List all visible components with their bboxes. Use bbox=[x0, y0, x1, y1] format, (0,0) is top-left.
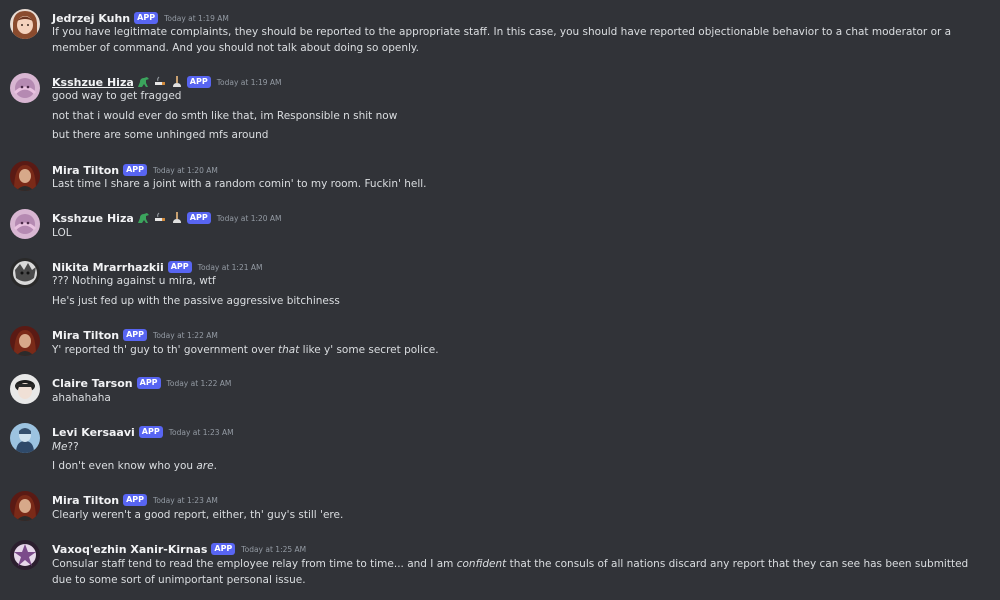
cigarette-icon bbox=[154, 212, 168, 224]
text-segment: Last time I share a joint with a random … bbox=[52, 178, 427, 190]
app-badge: APP bbox=[123, 329, 148, 341]
text-segment: ?? bbox=[67, 441, 79, 453]
text-segment: ??? Nothing against u mira, wtf bbox=[52, 275, 216, 287]
message-text: not that i would ever do smth like that,… bbox=[52, 108, 982, 124]
app-badge: APP bbox=[138, 426, 163, 438]
message-text: Me?? bbox=[52, 439, 982, 455]
dinosaur-icon bbox=[137, 76, 151, 88]
message-text: good way to get fragged bbox=[52, 88, 982, 104]
text-segment: ahahahaha bbox=[52, 392, 111, 404]
message-text: Clearly weren't a good report, either, t… bbox=[52, 507, 982, 523]
app-badge: APP bbox=[123, 494, 148, 506]
author-name[interactable]: Jedrzej Kuhn bbox=[52, 12, 130, 25]
text-segment: but there are some unhinged mfs around bbox=[52, 129, 269, 141]
author-name[interactable]: Nikita Mrarrhazkii bbox=[52, 261, 164, 274]
timestamp[interactable]: Today at 1:25 AM bbox=[241, 545, 306, 554]
text-segment: like y' some secret police. bbox=[299, 344, 439, 356]
message-text: He's just fed up with the passive aggres… bbox=[52, 293, 982, 309]
avatar[interactable] bbox=[10, 326, 40, 356]
avatar[interactable] bbox=[10, 540, 40, 570]
avatar[interactable] bbox=[10, 491, 40, 521]
text-segment: I don't even know who you bbox=[52, 460, 197, 472]
text-segment: Clearly weren't a good report, either, t… bbox=[52, 509, 344, 521]
author-name[interactable]: Mira Tilton bbox=[52, 329, 119, 342]
avatar[interactable] bbox=[10, 209, 40, 239]
app-badge: APP bbox=[167, 261, 192, 273]
message-text: ahahahaha bbox=[52, 390, 982, 406]
author-name[interactable]: Levi Kersaavi bbox=[52, 426, 135, 439]
plunger-icon bbox=[171, 212, 183, 224]
timestamp[interactable]: Today at 1:19 AM bbox=[164, 14, 229, 23]
author-name[interactable]: Ksshzue Hiza bbox=[52, 212, 134, 225]
message-text: Consular staff tend to read the employee… bbox=[52, 556, 982, 588]
app-badge: APP bbox=[134, 12, 159, 24]
message-text: Y' reported th' guy to th' government ov… bbox=[52, 342, 982, 358]
timestamp[interactable]: Today at 1:20 AM bbox=[153, 166, 218, 175]
plunger-icon bbox=[171, 76, 183, 88]
chat-log: Jedrzej Kuhn APP Today at 1:19 AM If you… bbox=[0, 0, 1000, 600]
author-name[interactable]: Vaxoq'ezhin Xanir-Kirnas bbox=[52, 543, 207, 556]
emphasized-text: that bbox=[278, 344, 300, 356]
avatar[interactable] bbox=[10, 161, 40, 191]
emphasized-text: confident bbox=[456, 558, 507, 570]
app-badge: APP bbox=[186, 76, 211, 88]
timestamp[interactable]: Today at 1:23 AM bbox=[169, 428, 234, 437]
message-text: Last time I share a joint with a random … bbox=[52, 176, 982, 192]
text-segment: good way to get fragged bbox=[52, 90, 182, 102]
timestamp[interactable]: Today at 1:19 AM bbox=[217, 78, 282, 87]
cigarette-icon bbox=[154, 76, 168, 88]
message-text: ??? Nothing against u mira, wtf bbox=[52, 273, 982, 289]
avatar[interactable] bbox=[10, 258, 40, 288]
app-badge: APP bbox=[186, 212, 211, 224]
message-text: LOL bbox=[52, 225, 982, 241]
author-name[interactable]: Mira Tilton bbox=[52, 494, 119, 507]
text-segment: If you have legitimate complaints, they … bbox=[52, 26, 952, 54]
message-text: but there are some unhinged mfs around bbox=[52, 127, 982, 143]
text-segment: not that i would ever do smth like that,… bbox=[52, 110, 398, 122]
dinosaur-icon bbox=[137, 212, 151, 224]
avatar[interactable] bbox=[10, 374, 40, 404]
app-badge: APP bbox=[123, 164, 148, 176]
author-name[interactable]: Ksshzue Hiza bbox=[52, 76, 134, 89]
author-name[interactable]: Claire Tarson bbox=[52, 377, 133, 390]
timestamp[interactable]: Today at 1:21 AM bbox=[198, 263, 263, 272]
timestamp[interactable]: Today at 1:22 AM bbox=[167, 379, 232, 388]
text-segment: LOL bbox=[52, 227, 72, 239]
timestamp[interactable]: Today at 1:22 AM bbox=[153, 331, 218, 340]
emphasized-text: are bbox=[196, 460, 214, 472]
message-text: I don't even know who you are. bbox=[52, 458, 982, 474]
timestamp[interactable]: Today at 1:20 AM bbox=[217, 214, 282, 223]
text-segment: Y' reported th' guy to th' government ov… bbox=[52, 344, 279, 356]
author-name[interactable]: Mira Tilton bbox=[52, 164, 119, 177]
avatar[interactable] bbox=[10, 9, 40, 39]
timestamp[interactable]: Today at 1:23 AM bbox=[153, 496, 218, 505]
text-segment: He's just fed up with the passive aggres… bbox=[52, 295, 340, 307]
avatar[interactable] bbox=[10, 423, 40, 453]
text-segment: Consular staff tend to read the employee… bbox=[52, 558, 457, 570]
avatar[interactable] bbox=[10, 73, 40, 103]
emphasized-text: Me bbox=[52, 441, 68, 453]
app-badge: APP bbox=[211, 543, 236, 555]
app-badge: APP bbox=[136, 377, 161, 389]
text-segment: . bbox=[213, 460, 217, 472]
message-text: If you have legitimate complaints, they … bbox=[52, 24, 982, 56]
